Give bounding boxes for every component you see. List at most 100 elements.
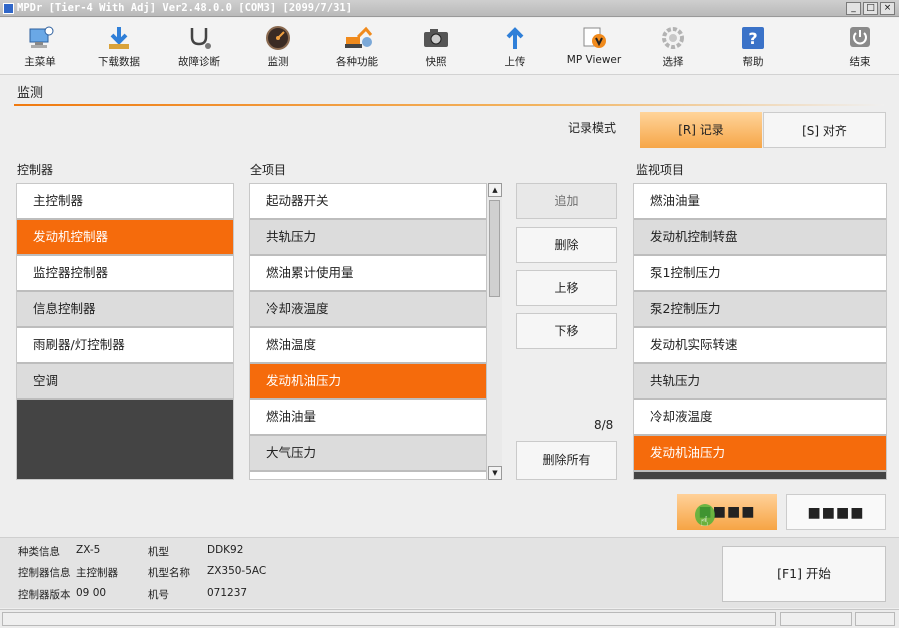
home-computer-icon — [29, 26, 54, 48]
scroll-up-arrow-icon[interactable]: ▲ — [488, 183, 502, 197]
toolbar-label: 主菜单 — [24, 56, 56, 68]
toolbar-main-menu-button[interactable]: 主菜单 — [5, 20, 75, 72]
title-divider — [14, 104, 884, 106]
monitor-item[interactable]: 泵2控制压力 — [634, 292, 886, 328]
title-bar: MPDr [Tier-4 With Adj] Ver2.48.0.0 [COM3… — [0, 0, 899, 17]
toolbar-upload-button[interactable]: 上传 — [480, 20, 550, 72]
monitor-item[interactable]: 发动机控制转盘 — [634, 220, 886, 256]
all-item[interactable]: 起动器开关 — [250, 184, 486, 220]
record-mode-align-button[interactable]: [S] 对齐 — [763, 112, 886, 148]
monitor-item[interactable]: 泵1控制压力 — [634, 256, 886, 292]
controller-info-value: 主控制器 — [76, 567, 118, 579]
toolbar-download-button[interactable]: 下载数据 — [84, 20, 154, 72]
toolbar-snapshot-button[interactable]: 快照 — [401, 20, 471, 72]
toolbar-mp-viewer-button[interactable]: MP Viewer — [559, 20, 629, 72]
add-button[interactable]: 追加 — [516, 183, 617, 219]
toolbar-label: 各种功能 — [336, 56, 378, 68]
upload-icon — [506, 27, 524, 49]
start-button[interactable]: [F1] 开始 — [722, 546, 886, 602]
monitor-item[interactable]: 发动机油压力 — [634, 436, 886, 472]
all-items-list: 起动器开关 共轨压力 燃油累计使用量 冷却液温度 燃油温度 发动机油压力 燃油油… — [249, 183, 487, 480]
toolbar-label: 下载数据 — [98, 56, 140, 68]
model-label: 机型 — [148, 546, 169, 558]
all-item[interactable]: 冷却液温度 — [250, 292, 486, 328]
toolbar-functions-button[interactable]: 各种功能 — [322, 20, 392, 72]
all-item[interactable]: 大气压力 — [250, 436, 486, 472]
controllers-list: 主控制器 发动机控制器 监控器控制器 信息控制器 雨刷器/灯控制器 空调 — [16, 183, 234, 480]
all-item[interactable]: 共轨压力 — [250, 220, 486, 256]
status-bar — [0, 609, 899, 628]
all-item[interactable]: 燃油油量 — [250, 400, 486, 436]
record-mode-record-button[interactable]: [R] 记录 — [640, 112, 762, 148]
status-cell — [780, 612, 852, 626]
help-icon: ? — [742, 27, 764, 49]
status-cell — [855, 612, 895, 626]
toolbar-label: 帮助 — [742, 56, 764, 68]
controller-item[interactable]: 发动机控制器 — [17, 220, 233, 256]
all-item[interactable]: 发动机油压力 — [250, 364, 486, 400]
minimize-button[interactable]: _ — [846, 2, 861, 15]
controller-item[interactable]: 主控制器 — [17, 184, 233, 220]
maximize-button[interactable]: □ — [863, 2, 878, 15]
monitor-item[interactable]: 燃油油量 — [634, 184, 886, 220]
svg-text:?: ? — [748, 29, 757, 48]
controllers-heading: 控制器 — [17, 163, 54, 177]
bottom-left-button[interactable]: ■■■■ — [677, 494, 777, 530]
monitor-items-heading: 监视项目 — [636, 163, 685, 177]
move-down-button[interactable]: 下移 — [516, 313, 617, 349]
monitor-item[interactable]: 冷却液温度 — [634, 400, 886, 436]
toolbar-label: MP Viewer — [566, 54, 622, 66]
toolbar-exit-button[interactable]: 结束 — [825, 20, 895, 72]
download-icon — [109, 27, 129, 49]
record-mode-label: 记录模式 — [568, 121, 617, 135]
toolbar-label: 上传 — [504, 56, 526, 68]
toolbar: 主菜单 下载数据 故障诊断 监测 各种功能 快照 上传 MP Viewer 选择… — [0, 18, 899, 75]
controller-item[interactable]: 监控器控制器 — [17, 256, 233, 292]
controller-item[interactable]: 信息控制器 — [17, 292, 233, 328]
delete-button[interactable]: 删除 — [516, 227, 617, 263]
toolbar-label: 快照 — [425, 56, 447, 68]
toolbar-monitor-button[interactable]: 监测 — [243, 20, 313, 72]
close-button[interactable]: × — [880, 2, 895, 15]
all-items-scrollbar[interactable]: ▲ ▼ — [486, 183, 502, 480]
status-cell — [2, 612, 776, 626]
controller-item[interactable]: 空调 — [17, 364, 233, 400]
model-value: DDK92 — [207, 544, 244, 556]
controller-item[interactable]: 雨刷器/灯控制器 — [17, 328, 233, 364]
monitor-items-list: 燃油油量 发动机控制转盘 泵1控制压力 泵2控制压力 发动机实际转速 共轨压力 … — [633, 183, 887, 480]
power-icon — [850, 27, 870, 47]
stethoscope-icon — [190, 28, 211, 49]
controller-info-label: 控制器信息 — [18, 567, 71, 579]
model-name-value: ZX350-5AC — [207, 565, 267, 577]
app-icon — [3, 3, 14, 14]
toolbar-help-button[interactable]: ? 帮助 — [718, 20, 788, 72]
gauge-icon — [266, 26, 290, 50]
scroll-thumb[interactable] — [489, 200, 500, 297]
hand-cursor-icon: ☝ — [700, 514, 709, 530]
toolbar-label: 监测 — [267, 56, 289, 68]
delete-all-button[interactable]: 删除所有 — [516, 441, 617, 480]
move-up-button[interactable]: 上移 — [516, 270, 617, 306]
toolbar-label: 选择 — [662, 56, 684, 68]
serial-number-value: 071237 — [207, 587, 248, 599]
bottom-right-button[interactable]: ■■■■ — [786, 494, 886, 530]
camera-icon — [424, 29, 448, 47]
window-title: MPDr [Tier-4 With Adj] Ver2.48.0.0 [COM3… — [17, 2, 353, 14]
all-item[interactable]: 燃油累计使用量 — [250, 256, 486, 292]
gear-icon — [662, 27, 684, 49]
toolbar-diagnosis-button[interactable]: 故障诊断 — [164, 20, 234, 72]
toolbar-label: 结束 — [849, 56, 871, 68]
kind-info-value: ZX-5 — [76, 544, 101, 556]
scroll-down-arrow-icon[interactable]: ▼ — [488, 466, 502, 480]
toolbar-select-button[interactable]: 选择 — [638, 20, 708, 72]
all-item[interactable]: 燃油温度 — [250, 328, 486, 364]
item-count: 8/8 — [594, 418, 614, 432]
page-title: 监测 — [17, 86, 44, 101]
monitor-item[interactable]: 共轨压力 — [634, 364, 886, 400]
model-name-label: 机型名称 — [148, 567, 190, 579]
toolbar-label: 故障诊断 — [178, 56, 220, 68]
all-items-heading: 全项目 — [250, 163, 287, 177]
controller-version-label: 控制器版本 — [18, 589, 71, 601]
monitor-item[interactable]: 发动机实际转速 — [634, 328, 886, 364]
serial-number-label: 机号 — [148, 589, 169, 601]
